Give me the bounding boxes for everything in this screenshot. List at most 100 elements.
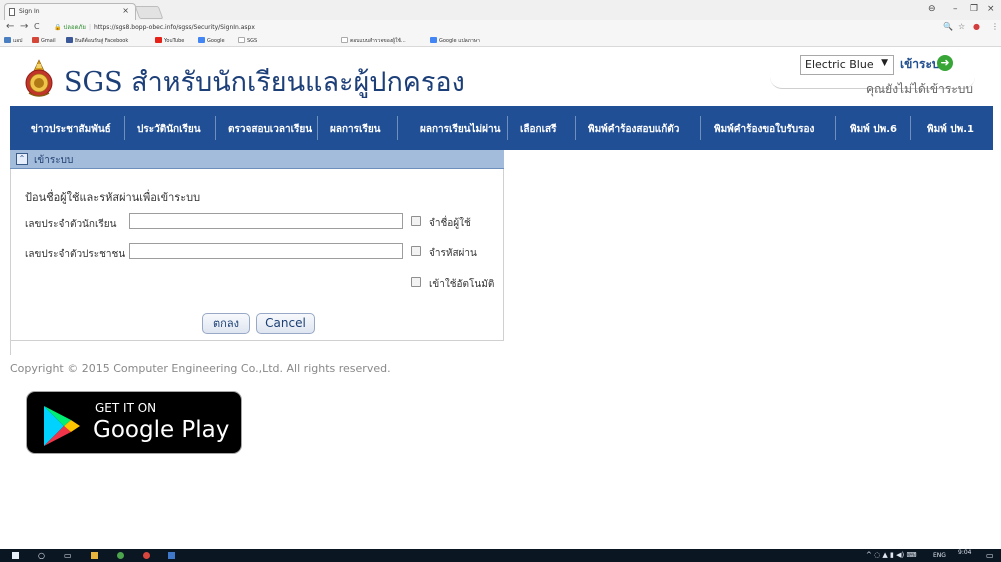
page-icon bbox=[9, 8, 15, 16]
nav-attendance[interactable]: ตรวจสอบเวลาเรียน bbox=[228, 122, 312, 137]
dropdown-arrow-icon: ▼ bbox=[881, 58, 888, 68]
nav-divider bbox=[575, 116, 576, 140]
nav-failed-grades[interactable]: ผลการเรียนไม่ผ่าน bbox=[420, 122, 500, 137]
bookmark-google[interactable]: Google bbox=[198, 37, 225, 44]
collapse-icon[interactable]: ⌃ bbox=[16, 153, 28, 165]
close-window-icon[interactable]: × bbox=[987, 4, 995, 14]
search-icon[interactable]: ○ bbox=[38, 551, 45, 560]
forward-icon[interactable]: → bbox=[20, 21, 28, 32]
nav-news[interactable]: ข่าวประชาสัมพันธ์ bbox=[31, 122, 111, 137]
login-panel-title: เข้าระบบ bbox=[34, 155, 74, 166]
main-nav: ข่าวประชาสัมพันธ์ ประวัตินักเรียน ตรวจสอ… bbox=[10, 106, 993, 150]
panel-border bbox=[503, 169, 504, 341]
star-icon[interactable]: ☆ bbox=[958, 22, 965, 31]
app-icon[interactable] bbox=[143, 552, 150, 559]
chrome-icon[interactable] bbox=[117, 552, 124, 559]
url-separator: | bbox=[88, 24, 91, 31]
nav-print-por6[interactable]: พิมพ์ ปพ.6 bbox=[850, 122, 897, 137]
reload-icon[interactable]: C bbox=[34, 22, 40, 31]
remember-password-label: จำรหัสผ่าน bbox=[429, 248, 477, 259]
auto-login-label: เข้าใช้อัตโนมัติ bbox=[429, 279, 495, 290]
auto-login-checkbox[interactable] bbox=[411, 277, 421, 287]
nav-grades[interactable]: ผลการเรียน bbox=[330, 122, 381, 137]
system-tray-icons[interactable]: ^ ◌ ▲ ▮ ◀) ⌨ bbox=[866, 551, 917, 559]
login-instruction: ป้อนชื่อผู้ใช้และรหัสผ่านเพื่อเข้าระบบ bbox=[25, 191, 201, 204]
remember-password-checkbox[interactable] bbox=[411, 246, 421, 256]
back-icon[interactable]: ← bbox=[6, 21, 14, 32]
bookmark-youtube[interactable]: YouTube bbox=[155, 37, 184, 44]
nav-divider bbox=[835, 116, 836, 140]
login-panel-header: ⌃ เข้าระบบ bbox=[10, 150, 504, 169]
facebook-icon bbox=[66, 37, 73, 43]
bookmark-apps[interactable]: แอป bbox=[4, 37, 22, 45]
language-indicator[interactable]: ENG bbox=[933, 552, 946, 559]
task-view-icon[interactable]: ▭ bbox=[64, 551, 72, 560]
site-title: SGS สำหรับนักเรียนและผู้ปกครอง bbox=[64, 67, 465, 98]
panel-border bbox=[10, 340, 504, 341]
url-text: https://sgs8.bopp-obec.info/sgss/Securit… bbox=[93, 24, 255, 31]
google-icon bbox=[198, 37, 205, 43]
bookmarks-bar: แอป Gmail ยินดีต้อนรับสู่ Facebook YouTu… bbox=[0, 35, 1001, 47]
gmail-icon bbox=[32, 37, 39, 43]
school-emblem-logo bbox=[25, 59, 53, 97]
tab-close-icon[interactable]: × bbox=[122, 6, 129, 15]
menu-icon[interactable]: ⋮ bbox=[991, 22, 999, 31]
clock-time[interactable]: 9:04 bbox=[958, 549, 971, 556]
nav-divider bbox=[507, 116, 508, 140]
youtube-icon bbox=[155, 37, 162, 43]
minimize-icon[interactable]: – bbox=[953, 4, 958, 14]
nav-divider bbox=[215, 116, 216, 140]
theme-select[interactable]: Electric Blue ▼ bbox=[800, 55, 894, 75]
copyright-text: Copyright © 2015 Computer Engineering Co… bbox=[10, 362, 391, 375]
windows-taskbar: ○ ▭ ^ ◌ ▲ ▮ ◀) ⌨ ENG 9:04 ▭ bbox=[0, 549, 1001, 562]
page-icon bbox=[238, 37, 245, 43]
translate-icon bbox=[430, 37, 437, 43]
apps-icon bbox=[4, 37, 11, 43]
remember-user-label: จำชื่อผู้ใช้ bbox=[429, 218, 471, 229]
badge-store-name: Google Play bbox=[93, 417, 230, 443]
bookmark-sgs[interactable]: SGS bbox=[238, 37, 257, 44]
login-arrow-icon[interactable]: ➜ bbox=[937, 55, 953, 71]
student-id-input[interactable] bbox=[129, 213, 403, 229]
google-play-badge[interactable]: GET IT ON Google Play bbox=[26, 391, 242, 454]
student-id-label: เลขประจำตัวนักเรียน bbox=[25, 219, 117, 230]
nav-divider bbox=[317, 116, 318, 140]
lock-icon: 🔒 bbox=[54, 24, 62, 31]
badge-get-it-on: GET IT ON bbox=[95, 401, 157, 415]
address-bar: ← → C 🔒 ปลอดภัย | https://sgs8.bopp-obec.in… bbox=[0, 20, 1001, 35]
cancel-button[interactable]: Cancel bbox=[256, 313, 315, 334]
tab-title: Sign In bbox=[19, 8, 40, 15]
url-field[interactable]: 🔒 ปลอดภัย | https://sgs8.bopp-obec.info/sgs… bbox=[54, 21, 954, 34]
panel-border bbox=[10, 169, 11, 355]
bookmark-survey[interactable]: ตอบแบบสำรวจของผู้ใช้... bbox=[341, 37, 406, 45]
notification-icon[interactable]: ▭ bbox=[986, 551, 994, 560]
zoom-icon[interactable]: 🔍 bbox=[943, 22, 953, 31]
theme-selected-value: Electric Blue bbox=[805, 58, 874, 71]
nav-student-profile[interactable]: ประวัตินักเรียน bbox=[137, 122, 201, 137]
file-explorer-icon[interactable] bbox=[91, 552, 98, 559]
browser-tab[interactable]: Sign In × bbox=[4, 3, 136, 20]
bookmark-facebook[interactable]: ยินดีต้อนรับสู่ Facebook bbox=[66, 37, 128, 45]
page-icon bbox=[341, 37, 348, 43]
citizen-id-label: เลขประจำตัวประชาชน bbox=[25, 249, 126, 260]
submit-button[interactable]: ตกลง bbox=[202, 313, 250, 334]
bookmark-gmail[interactable]: Gmail bbox=[32, 37, 56, 44]
new-tab-button[interactable] bbox=[134, 6, 164, 19]
windows-start-icon[interactable] bbox=[12, 552, 19, 559]
profile-icon[interactable]: ⊖ bbox=[928, 4, 936, 14]
nav-print-retest[interactable]: พิมพ์คำร้องสอบแก้ตัว bbox=[588, 122, 679, 137]
browser-tab-strip: Sign In × ⊖ – ❐ × bbox=[0, 0, 1001, 20]
restore-icon[interactable]: ❐ bbox=[970, 4, 978, 14]
google-play-icon bbox=[44, 406, 80, 446]
app-icon[interactable] bbox=[168, 552, 175, 559]
nav-divider bbox=[700, 116, 701, 140]
extension-icon[interactable]: ● bbox=[973, 22, 980, 31]
nav-divider bbox=[910, 116, 911, 140]
nav-divider bbox=[397, 116, 398, 140]
nav-print-por1[interactable]: พิมพ์ ปพ.1 bbox=[927, 122, 974, 137]
bookmark-translate[interactable]: Google แปลภาษา bbox=[430, 37, 480, 45]
citizen-id-input[interactable] bbox=[129, 243, 403, 259]
nav-electives[interactable]: เลือกเสรี bbox=[520, 122, 557, 137]
remember-user-checkbox[interactable] bbox=[411, 216, 421, 226]
nav-print-certificate[interactable]: พิมพ์คำร้องขอใบรับรอง bbox=[714, 122, 814, 137]
